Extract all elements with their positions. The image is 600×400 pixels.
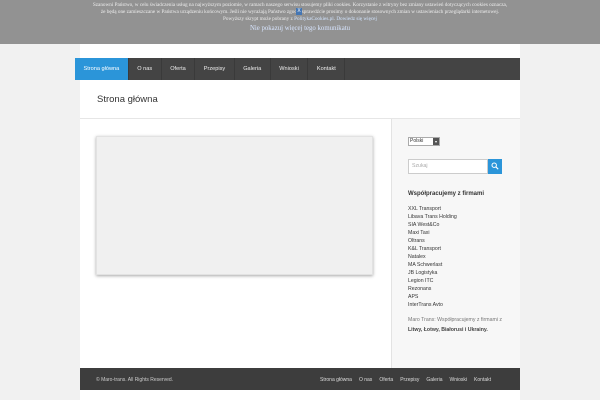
partner-item: InterTrans Avto (408, 302, 443, 308)
language-select[interactable]: Polski ▾ (408, 137, 440, 146)
language-select-value: Polski (410, 138, 424, 144)
nav-item-offer[interactable]: Oferta (162, 58, 196, 80)
partner-item: Legion ITC (408, 278, 434, 284)
cookie-close-icon[interactable]: X (296, 8, 302, 15)
main-nav: Strona główna O nas Oferta Przepisy Gale… (75, 58, 520, 80)
partner-item: APS (408, 294, 419, 300)
partners-note-countries: Litwy, Łotwy, Białorusi i Ukrainy. (408, 326, 488, 333)
footer-link-applications[interactable]: Wnioski (450, 377, 468, 383)
cookie-text-line-3: Powyższy skrypt może pobrany z PolitykaC… (223, 16, 377, 22)
partners-note-prefix: Maro Trans: Współpracujemy z firmami z (408, 317, 502, 323)
footer-link-gallery[interactable]: Galeria (426, 377, 442, 383)
search-button[interactable] (488, 159, 502, 174)
footer-link-about[interactable]: O nas (359, 377, 372, 383)
partner-item: SIA West&Co (408, 222, 440, 228)
partner-item: Natalex (408, 254, 426, 260)
partner-item: XXL Transport (408, 206, 441, 212)
cookie-source-text: Powyższy skrypt może pobrany z (223, 16, 293, 22)
search-input[interactable]: Szukaj (408, 159, 488, 174)
partner-item: Oltrans (408, 238, 425, 244)
footer-copyright: © Maro-trans. All Rights Reserved. (96, 377, 174, 383)
cookie-banner: Szanowni Państwo, w celu świadczenia usł… (0, 0, 600, 44)
chevron-down-icon: ▾ (433, 138, 439, 145)
content-slider-placeholder (96, 136, 373, 275)
page-title: Strona główna (97, 94, 158, 105)
nav-item-regulations[interactable]: Przepisy (195, 58, 235, 80)
nav-item-contact[interactable]: Kontakt (308, 58, 346, 80)
nav-item-gallery[interactable]: Galeria (235, 58, 271, 80)
partner-item: Libava Trans Holding (408, 214, 457, 220)
partner-item: K&L Transport (408, 246, 441, 252)
partner-item: Maxi Taxi (408, 230, 430, 236)
partner-item: MA Schwerlast (408, 262, 443, 268)
partner-item: Rezonans (408, 286, 432, 292)
cookie-policy-link[interactable]: PolitykaCookies.pl (294, 16, 334, 22)
partners-note: Maro Trans: Współpracujemy z firmami z L… (408, 316, 508, 335)
partners-heading: Współpracujemy z firmami (408, 191, 485, 197)
footer-link-offer[interactable]: Oferta (379, 377, 393, 383)
partner-item: JB Logistyka (408, 270, 438, 276)
nav-item-about[interactable]: O nas (129, 58, 162, 80)
cookie-learn-more-link[interactable]: Dowiedz się więcej (336, 16, 377, 22)
footer-link-regulations[interactable]: Przepisy (400, 377, 419, 383)
nav-item-applications[interactable]: Wnioski (271, 58, 309, 80)
nav-item-home[interactable]: Strona główna (75, 58, 129, 80)
footer-link-contact[interactable]: Kontakt (474, 377, 491, 383)
search-icon (491, 162, 499, 170)
footer-link-home[interactable]: Strona główna (320, 377, 352, 383)
cookie-dismiss-link[interactable]: Nie pokazuj więcej tego komunikatu (0, 25, 600, 32)
footer-nav: Strona główna O nas Oferta Przepisy Gale… (320, 377, 498, 383)
partners-list: XXL Transport Libava Trans Holding SIA W… (408, 205, 457, 309)
